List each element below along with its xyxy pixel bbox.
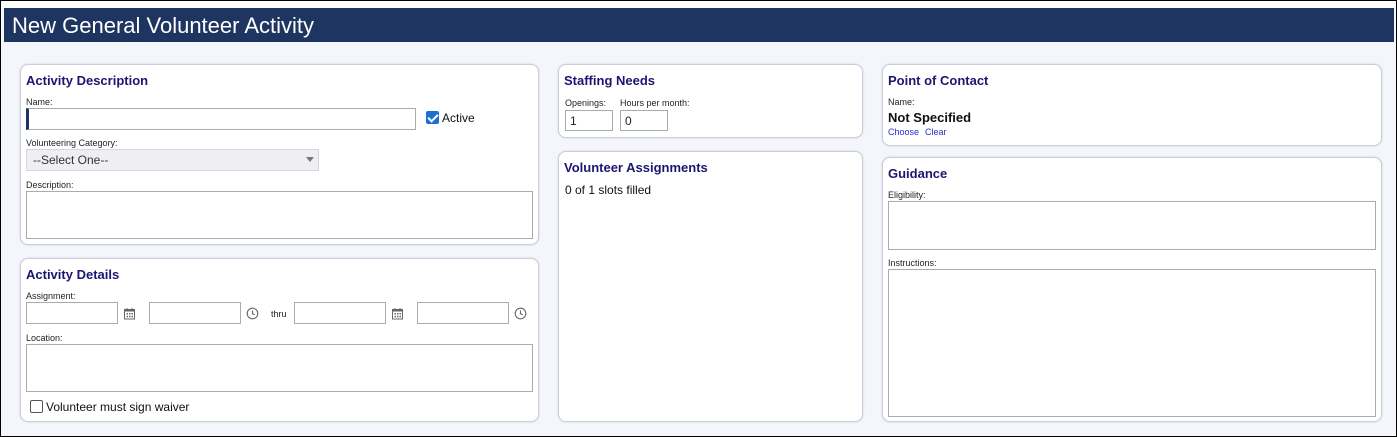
activity-description-heading: Activity Description	[26, 73, 149, 88]
end-time-input[interactable]	[417, 302, 509, 324]
clear-contact-link[interactable]: Clear	[925, 127, 947, 137]
calendar-icon[interactable]	[391, 307, 404, 320]
activity-description-card: Activity Description Name: Active Volunt…	[20, 64, 539, 245]
volunteer-assignments-card: Volunteer Assignments 0 of 1 slots fille…	[558, 151, 863, 422]
activity-name-input[interactable]	[26, 108, 416, 130]
app-frame: New General Volunteer Activity Activity …	[0, 0, 1397, 437]
point-of-contact-card: Point of Contact Name: Not Specified Cho…	[882, 64, 1382, 146]
activity-details-heading: Activity Details	[26, 267, 120, 282]
eligibility-textarea[interactable]	[888, 201, 1376, 250]
eligibility-label: Eligibility:	[888, 190, 926, 200]
title-bar: New General Volunteer Activity	[4, 8, 1394, 42]
start-date-input[interactable]	[26, 302, 118, 324]
staffing-needs-card: Staffing Needs Openings: Hours per month…	[558, 64, 863, 138]
waiver-checkbox[interactable]	[30, 400, 43, 413]
openings-label: Openings:	[565, 98, 607, 108]
instructions-label: Instructions:	[888, 258, 937, 268]
waiver-label: Volunteer must sign waiver	[46, 400, 190, 414]
description-label: Description:	[26, 180, 74, 190]
hours-per-month-label: Hours per month:	[620, 98, 690, 108]
activity-details-card: Activity Details Assignment: thru Locati…	[20, 258, 539, 422]
guidance-heading: Guidance	[888, 166, 948, 181]
clock-icon[interactable]	[514, 307, 527, 320]
thru-label: thru	[271, 309, 287, 319]
location-textarea[interactable]	[26, 344, 533, 392]
openings-input[interactable]	[565, 110, 613, 131]
staffing-needs-heading: Staffing Needs	[564, 73, 656, 88]
contact-name-label: Name:	[888, 97, 915, 107]
description-textarea[interactable]	[26, 191, 533, 239]
volunteering-category-label: Volunteering Category:	[26, 138, 118, 148]
end-date-input[interactable]	[294, 302, 386, 324]
assignment-label: Assignment:	[26, 291, 76, 301]
volunteering-category-select[interactable]: --Select One--	[26, 149, 319, 171]
volunteer-assignments-heading: Volunteer Assignments	[564, 160, 708, 175]
page-title: New General Volunteer Activity	[12, 13, 315, 38]
clock-icon[interactable]	[246, 307, 259, 320]
guidance-card: Guidance Eligibility: Instructions:	[882, 157, 1382, 422]
active-label: Active	[442, 111, 475, 125]
hours-per-month-input[interactable]	[620, 110, 668, 131]
top-strip	[1, 1, 1396, 8]
start-time-input[interactable]	[149, 302, 241, 324]
instructions-textarea[interactable]	[888, 269, 1376, 417]
volunteering-category-value: --Select One--	[33, 153, 109, 167]
contact-name-value: Not Specified	[888, 110, 972, 125]
name-label: Name:	[26, 97, 53, 107]
chevron-down-icon	[306, 157, 314, 162]
active-checkbox[interactable]	[426, 111, 439, 124]
location-label: Location:	[26, 333, 63, 343]
calendar-icon[interactable]	[123, 307, 136, 320]
choose-contact-link[interactable]: Choose	[888, 127, 919, 137]
slots-filled-status: 0 of 1 slots filled	[565, 183, 652, 197]
point-of-contact-heading: Point of Contact	[888, 73, 989, 88]
